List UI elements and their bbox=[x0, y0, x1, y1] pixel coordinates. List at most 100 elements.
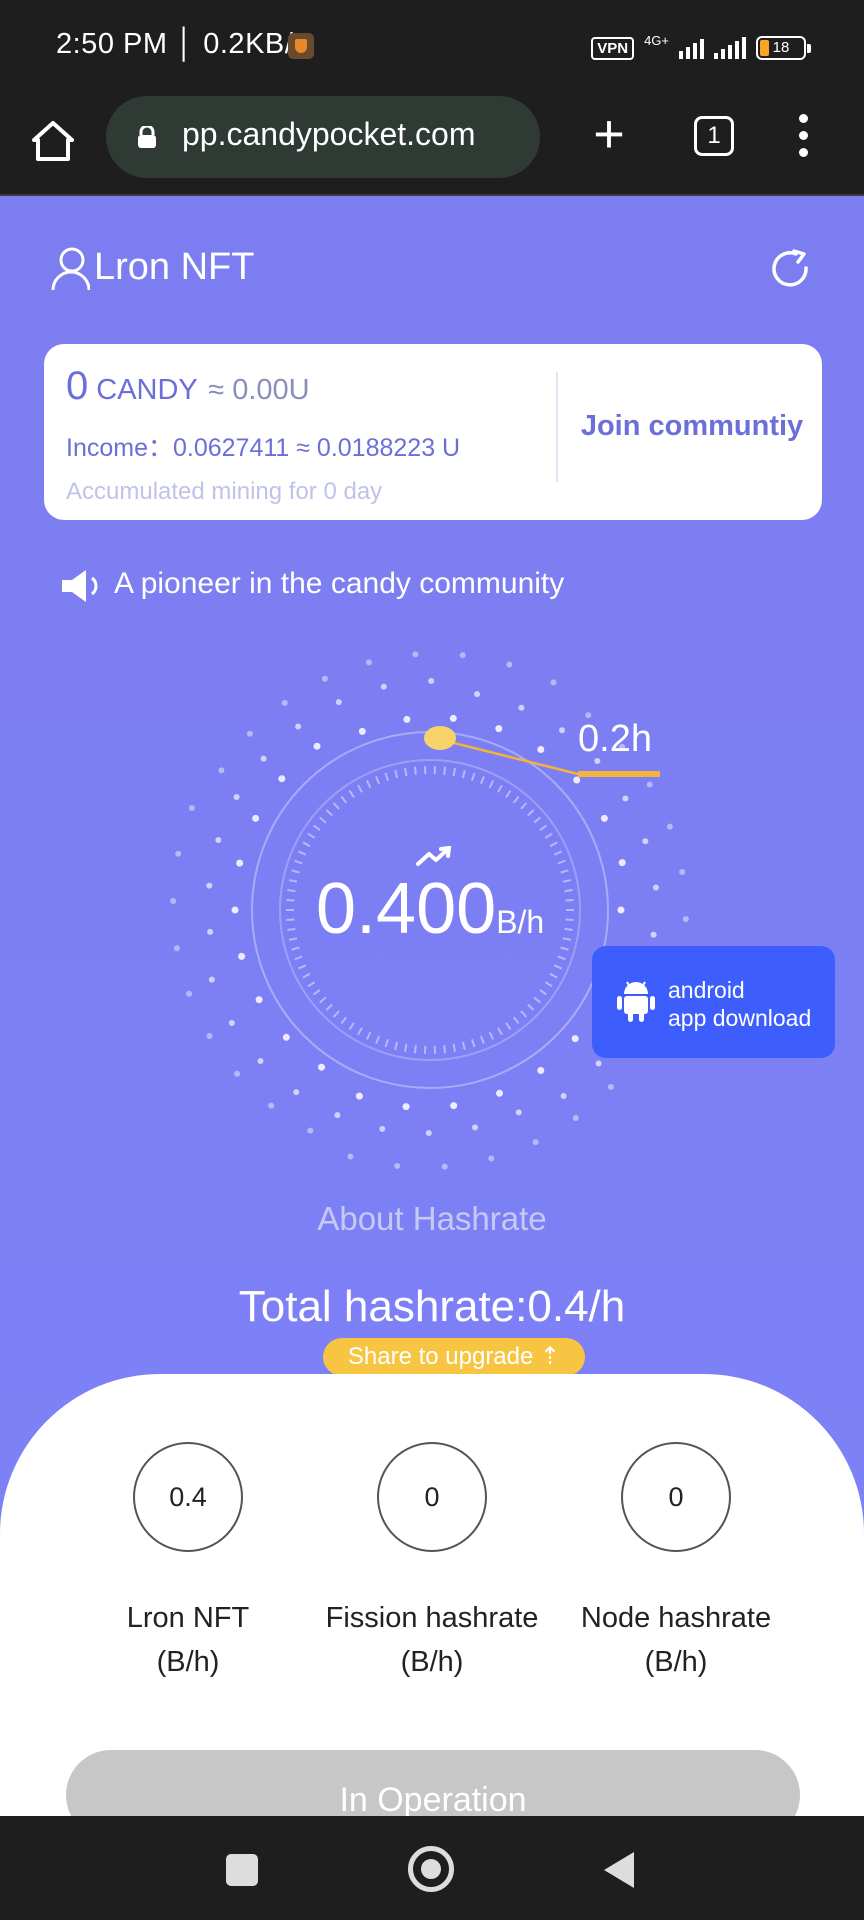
dial-tick bbox=[452, 1043, 456, 1052]
android-download-button[interactable]: android app download bbox=[592, 946, 835, 1058]
dial-dot bbox=[600, 814, 608, 822]
home-icon[interactable] bbox=[28, 116, 78, 166]
stat-value-circle: 0 bbox=[621, 1442, 731, 1552]
dial-dot bbox=[207, 928, 214, 935]
stat-label: Lron NFT (B/h) bbox=[78, 1596, 298, 1684]
dial-dot bbox=[188, 805, 195, 811]
about-hashrate-link[interactable]: About Hashrate bbox=[0, 1200, 864, 1238]
dial-tick bbox=[297, 850, 307, 856]
dial-tick bbox=[287, 927, 296, 931]
dial-dot bbox=[257, 1058, 264, 1064]
card-divider bbox=[556, 372, 558, 482]
dial-dot bbox=[282, 1033, 290, 1041]
dial-tick bbox=[394, 1041, 399, 1050]
dial-tick bbox=[479, 776, 485, 785]
dial-dot bbox=[537, 1067, 545, 1074]
speaker-icon bbox=[62, 570, 98, 602]
dial-dot bbox=[572, 1115, 579, 1121]
dial-tick bbox=[562, 879, 572, 883]
network-type: 4G+ bbox=[644, 32, 669, 48]
notification-app-icon bbox=[288, 33, 314, 59]
dial-tick bbox=[443, 1045, 447, 1054]
dial-tick bbox=[348, 790, 355, 798]
dial-dot bbox=[206, 1033, 213, 1039]
dial-tick bbox=[512, 1016, 520, 1025]
dial-dot bbox=[646, 781, 653, 788]
candy-approx-value: ≈ 0.00U bbox=[208, 374, 310, 406]
dial-tick bbox=[307, 832, 316, 839]
dial-dot bbox=[459, 652, 466, 659]
dial-tick bbox=[527, 809, 535, 817]
dial-dot bbox=[206, 882, 213, 889]
user-icon[interactable] bbox=[50, 246, 90, 292]
dial-tick bbox=[325, 1003, 333, 1011]
dial-tick bbox=[366, 1031, 372, 1040]
dial-dot bbox=[218, 767, 225, 774]
dial-dot bbox=[233, 794, 240, 800]
status-time-speed: 2:50 PM │ 0.2KB/s bbox=[56, 28, 309, 60]
dial-dot bbox=[318, 1063, 325, 1071]
dial-tick bbox=[533, 996, 541, 1004]
dial-tick bbox=[366, 780, 372, 789]
candy-amount: 0 bbox=[66, 364, 89, 408]
trend-icon bbox=[416, 846, 452, 866]
dial-dot bbox=[617, 906, 625, 914]
overflow-menu-icon[interactable] bbox=[796, 114, 810, 158]
dial-dot bbox=[334, 1112, 341, 1119]
dial-tick bbox=[544, 981, 553, 988]
dial-dot bbox=[425, 1130, 432, 1136]
dial-dot bbox=[236, 859, 244, 867]
dial-tick bbox=[413, 1045, 417, 1054]
signal-icon bbox=[679, 37, 704, 59]
dial-tick bbox=[307, 981, 316, 988]
dial-tick bbox=[564, 889, 573, 893]
dial-dot bbox=[506, 661, 513, 668]
dial-dot bbox=[595, 1060, 602, 1067]
dial-tick bbox=[286, 918, 295, 921]
dial-dot bbox=[246, 730, 253, 737]
dial-dot bbox=[682, 916, 689, 922]
dial-dot bbox=[313, 742, 321, 750]
dial-tick bbox=[288, 937, 298, 941]
dial-dot bbox=[380, 683, 387, 690]
dial-tick bbox=[302, 972, 311, 979]
dial-tick bbox=[357, 784, 363, 793]
dial-tick bbox=[332, 802, 340, 810]
dial-tick bbox=[505, 1022, 512, 1030]
dial-tick bbox=[549, 972, 558, 979]
dial-dot bbox=[173, 945, 180, 952]
new-tab-button[interactable]: + bbox=[588, 107, 630, 161]
share-to-upgrade-button[interactable]: Share to upgrade ⇡ bbox=[323, 1338, 585, 1376]
dial-tick bbox=[539, 989, 548, 996]
home-nav-icon[interactable] bbox=[408, 1846, 454, 1892]
dial-dot bbox=[228, 1020, 235, 1026]
dial-dot bbox=[449, 714, 457, 722]
dial-dot bbox=[394, 1162, 401, 1169]
dial-dot bbox=[496, 1089, 503, 1097]
tab-count-button[interactable]: 1 bbox=[694, 116, 734, 156]
back-icon[interactable] bbox=[604, 1852, 634, 1888]
dial-tick bbox=[319, 996, 327, 1004]
dial-tick bbox=[394, 770, 399, 779]
refresh-icon[interactable] bbox=[770, 248, 812, 290]
candy-unit: CANDY bbox=[96, 374, 198, 406]
stat-label-line2: (B/h) bbox=[400, 1646, 464, 1678]
dial-tick bbox=[375, 776, 381, 785]
dial-dot bbox=[255, 996, 263, 1004]
dial-dot bbox=[515, 1109, 522, 1116]
dial-tick bbox=[443, 766, 447, 775]
dial-dot bbox=[495, 725, 503, 733]
candy-balance-card: 0 CANDY ≈ 0.00U Income：0.0627411 ≈ 0.0188… bbox=[44, 344, 822, 520]
dial-tick bbox=[291, 869, 300, 874]
join-community-button[interactable]: Join communtiy bbox=[576, 410, 808, 443]
stat-label-line1: Lron NFT bbox=[126, 1602, 250, 1634]
address-bar[interactable]: pp.candypocket.com bbox=[106, 96, 540, 178]
dial-dot bbox=[488, 1155, 495, 1162]
dial-dot bbox=[278, 775, 286, 783]
dial-tick bbox=[357, 1027, 363, 1036]
dial-tick bbox=[404, 768, 408, 777]
dial-dot bbox=[355, 1092, 363, 1100]
dial-tick bbox=[384, 1038, 389, 1048]
status-indicators: VPN 4G+ 18 bbox=[591, 28, 811, 68]
recents-icon[interactable] bbox=[226, 1854, 258, 1886]
